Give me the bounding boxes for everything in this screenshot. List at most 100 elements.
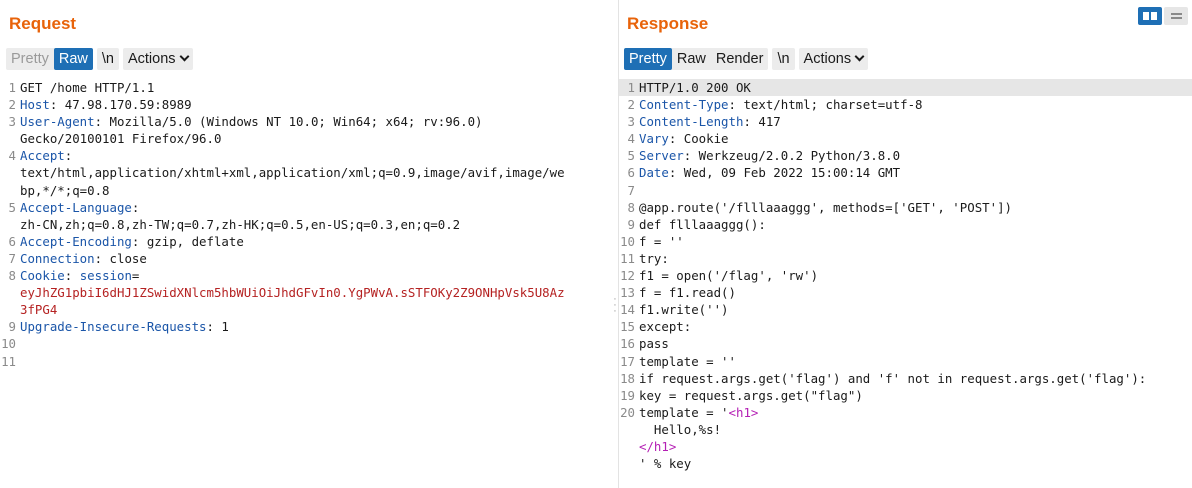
code-line: 16 pass bbox=[619, 335, 1192, 352]
line-text: template = '' bbox=[639, 353, 1192, 370]
line-number: 4 bbox=[627, 131, 635, 147]
code-token: HTTP/1.0 200 OK bbox=[639, 80, 751, 95]
code-line: 6 Date: Wed, 09 Feb 2022 15:00:14 GMT bbox=[619, 164, 1192, 181]
code-token: : Mozilla/5.0 (Windows NT 10.0; Win64; x… bbox=[94, 114, 483, 130]
code-line: 4 Vary: Cookie bbox=[619, 130, 1192, 147]
line-text: Connection: close bbox=[20, 250, 612, 267]
chevron-down-icon bbox=[179, 51, 189, 62]
line-number: 13 bbox=[620, 285, 635, 301]
code-line: Hello,%s! bbox=[619, 421, 1192, 438]
code-line: 2 Host: 47.98.170.59:8989 bbox=[0, 96, 612, 113]
line-number bbox=[619, 455, 639, 472]
request-raw-tab[interactable]: Raw bbox=[53, 48, 93, 70]
header-name: Upgrade-Insecure-Requests bbox=[20, 319, 207, 335]
line-text: pass bbox=[639, 335, 1192, 352]
line-number: 5 bbox=[627, 148, 635, 164]
line-text: try: bbox=[639, 250, 1192, 267]
line-number: 3 bbox=[8, 114, 16, 130]
code-line: </h1> bbox=[619, 438, 1192, 455]
code-line: 3 User-Agent: Mozilla/5.0 (Windows NT 10.… bbox=[0, 113, 612, 130]
header-name: Connection bbox=[20, 250, 95, 266]
line-number: 8 bbox=[627, 199, 635, 215]
line-text: Upgrade-Insecure-Requests: 1 bbox=[20, 318, 612, 335]
line-text: Content-Type: text/html; charset=utf-8 bbox=[639, 96, 1192, 113]
line-number bbox=[0, 130, 20, 147]
code-line: 11 bbox=[0, 353, 612, 370]
response-raw-tab[interactable]: Raw bbox=[672, 48, 711, 70]
line-text: Host: 47.98.170.59:8989 bbox=[20, 96, 612, 113]
line-text: Date: Wed, 09 Feb 2022 15:00:14 GMT bbox=[639, 164, 1192, 181]
line-number bbox=[0, 182, 20, 199]
code-token: f = f1.read() bbox=[639, 285, 736, 301]
line-number: 1 bbox=[627, 80, 635, 95]
line-text: Vary: Cookie bbox=[639, 130, 1192, 147]
code-token: : text/html; charset=utf-8 bbox=[728, 97, 923, 113]
line-text bbox=[20, 353, 612, 370]
request-actions-menu[interactable]: Actions bbox=[122, 48, 193, 70]
code-token: </h1> bbox=[639, 438, 677, 454]
code-token: f1.write('') bbox=[639, 302, 729, 318]
code-token: f = '' bbox=[639, 233, 684, 249]
code-line: 14 f1.write('') bbox=[619, 301, 1192, 318]
code-token: if request.args.get('flag') and 'f' not … bbox=[639, 370, 1147, 386]
code-token: = bbox=[131, 268, 140, 284]
code-token: : 417 bbox=[743, 114, 781, 130]
request-title: Request bbox=[9, 14, 77, 33]
request-pane: Request Pretty Raw \n Actions 1 GET /home… bbox=[0, 0, 612, 488]
code-line: 17 template = '' bbox=[619, 353, 1192, 370]
line-number bbox=[0, 216, 20, 233]
code-token: : close bbox=[94, 250, 147, 266]
response-pretty-tab[interactable]: Pretty bbox=[624, 48, 672, 70]
line-text: except: bbox=[639, 318, 1192, 335]
columns-layout-icon[interactable] bbox=[1138, 7, 1162, 25]
request-toolbar: Pretty Raw \n Actions bbox=[6, 48, 193, 70]
code-line: 7 Connection: close bbox=[0, 250, 612, 267]
header-name: Accept-Language bbox=[20, 199, 132, 215]
code-line: 4 Accept: bbox=[0, 147, 612, 164]
code-line: text/html,application/xhtml+xml,applicat… bbox=[0, 164, 612, 181]
line-text: Hello,%s! bbox=[639, 421, 1192, 438]
line-text: key = request.args.get("flag") bbox=[639, 387, 1192, 404]
line-text: Accept-Language: bbox=[20, 199, 612, 216]
code-line: 3 Content-Length: 417 bbox=[619, 113, 1192, 130]
header-name: Host bbox=[20, 97, 50, 113]
line-number: 4 bbox=[8, 148, 16, 164]
line-text: Accept-Encoding: gzip, deflate bbox=[20, 233, 612, 250]
code-token: Gecko/20100101 Firefox/96.0 bbox=[20, 131, 222, 147]
line-number: 3 bbox=[627, 114, 635, 130]
code-line: 8 Cookie: session= bbox=[0, 267, 612, 284]
line-text: Accept: bbox=[20, 147, 612, 164]
response-actions-menu[interactable]: Actions bbox=[798, 48, 869, 70]
response-editor[interactable]: 1 HTTP/1.0 200 OK 2 Content-Type: text/html… bbox=[619, 79, 1192, 472]
code-token: 3fPG4 bbox=[20, 302, 58, 318]
code-token: text/html,application/xhtml+xml,applicat… bbox=[20, 165, 565, 181]
code-line: ' % key bbox=[619, 455, 1192, 472]
code-line: eyJhZG1pbiI6dHJ1ZSwidXNlcm5hbWUiOiJhdGFv… bbox=[0, 284, 612, 301]
request-view-mode: Pretty Raw bbox=[6, 48, 93, 70]
line-number bbox=[0, 284, 20, 301]
code-token: eyJhZG1pbiI6dHJ1ZSwidXNlcm5hbWUiOiJhdGFv… bbox=[20, 285, 565, 301]
line-number: 6 bbox=[8, 233, 16, 249]
rows-layout-icon[interactable] bbox=[1164, 7, 1188, 25]
line-number: 9 bbox=[8, 319, 16, 335]
request-newline-toggle[interactable]: \n bbox=[96, 48, 119, 70]
line-text: f = '' bbox=[639, 233, 1192, 250]
code-token: : Wed, 09 Feb 2022 15:00:14 GMT bbox=[668, 165, 901, 181]
line-text: @app.route('/flllaaaggg', methods=['GET'… bbox=[639, 199, 1192, 216]
header-name: Accept bbox=[20, 148, 65, 164]
response-newline-toggle[interactable]: \n bbox=[772, 48, 795, 70]
code-line: 9 def flllaaaggg(): bbox=[619, 216, 1192, 233]
line-text: text/html,application/xhtml+xml,applicat… bbox=[20, 164, 612, 181]
line-number bbox=[619, 438, 639, 455]
code-token: key = request.args.get("flag") bbox=[639, 387, 863, 403]
response-toolbar: Pretty Raw Render \n Actions bbox=[624, 48, 869, 70]
code-line: 3fPG4 bbox=[0, 301, 612, 318]
response-render-tab[interactable]: Render bbox=[711, 48, 769, 70]
code-token: bp,*/*;q=0.8 bbox=[20, 182, 110, 198]
code-token: : Cookie bbox=[668, 131, 729, 147]
code-line: 12 f1 = open('/flag', 'rw') bbox=[619, 267, 1192, 284]
code-line: 18 if request.args.get('flag') and 'f' no… bbox=[619, 370, 1192, 387]
request-editor[interactable]: 1 GET /home HTTP/1.1 2 Host: 47.98.170.59:8… bbox=[0, 79, 612, 370]
request-pretty-tab[interactable]: Pretty bbox=[6, 48, 54, 70]
header-name: User-Agent bbox=[20, 114, 95, 130]
